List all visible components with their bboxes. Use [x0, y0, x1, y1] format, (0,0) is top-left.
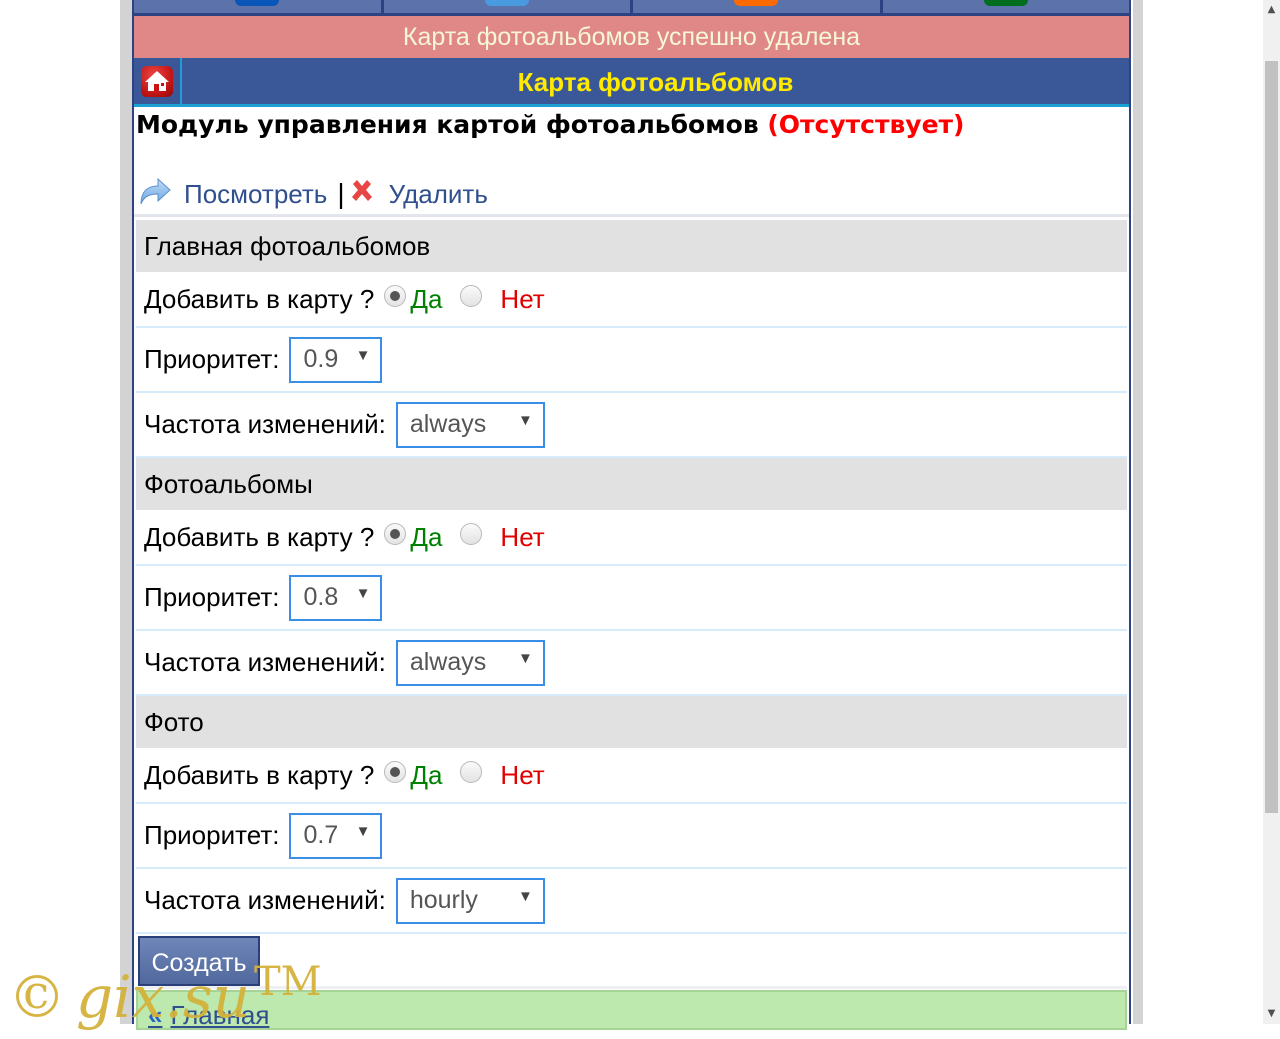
priority-row: Приоритет: 0.8 ▼ — [136, 566, 1127, 631]
radio-no-label[interactable]: Нет — [500, 760, 544, 791]
section-header: Фото — [136, 696, 1127, 748]
section-header: Фотоальбомы — [136, 458, 1127, 510]
module-heading: Модуль управления картой фотоальбомов (О… — [136, 110, 964, 139]
home-glyph-icon — [145, 71, 169, 91]
add-to-map-label: Добавить в карту ? — [144, 759, 375, 790]
top-nav-item-3[interactable] — [633, 0, 880, 13]
module-status: (Отсутствует) — [767, 110, 965, 139]
module-title: Модуль управления картой фотоальбомов — [136, 110, 759, 139]
nav-icon-blue — [235, 0, 280, 6]
top-nav — [134, 0, 1129, 16]
add-to-map-label: Добавить в карту ? — [144, 283, 375, 314]
radio-yes-label[interactable]: Да — [410, 760, 442, 791]
add-to-map-label: Добавить в карту ? — [144, 521, 375, 552]
frequency-value: hourly — [409, 886, 478, 914]
add-to-map-row: Добавить в карту ? Да Нет — [136, 510, 1127, 566]
priority-value: 0.8 — [303, 583, 339, 611]
radio-no[interactable] — [460, 523, 483, 545]
frequency-label: Частота изменений: — [144, 885, 386, 915]
nav-icon-orange — [734, 0, 779, 6]
frequency-select[interactable]: hourly ▼ — [395, 877, 545, 924]
frequency-value: always — [409, 410, 487, 438]
priority-select[interactable]: 0.7 ▼ — [289, 812, 383, 859]
radio-no[interactable] — [460, 761, 483, 783]
action-separator: | — [337, 178, 345, 209]
dropdown-arrow-icon: ▼ — [517, 412, 533, 429]
priority-row: Приоритет: 0.7 ▼ — [136, 804, 1127, 869]
frequency-row: Частота изменений: always ▼ — [136, 631, 1127, 696]
delete-link[interactable]: Удалить — [389, 179, 488, 210]
vertical-scrollbar[interactable]: ▲ ▼ — [1263, 0, 1280, 1024]
radio-yes-label[interactable]: Да — [410, 284, 442, 315]
page-title: Карта фотоальбомов — [517, 67, 794, 97]
frequency-label: Частота изменений: — [144, 647, 386, 677]
frequency-select[interactable]: always ▼ — [395, 639, 545, 686]
page-gutter-left — [120, 0, 132, 1024]
top-nav-item-1[interactable] — [134, 0, 381, 13]
dropdown-arrow-icon: ▼ — [355, 585, 371, 602]
priority-value: 0.9 — [303, 345, 339, 373]
frequency-row: Частота изменений: always ▼ — [136, 393, 1127, 458]
frequency-row: Частота изменений: hourly ▼ — [136, 869, 1127, 934]
page-gutter-right — [1133, 0, 1143, 1024]
priority-label: Приоритет: — [144, 820, 280, 850]
priority-select[interactable]: 0.9 ▼ — [289, 336, 383, 383]
radio-yes[interactable] — [384, 523, 407, 545]
priority-row: Приоритет: 0.9 ▼ — [136, 328, 1127, 393]
top-nav-item-4[interactable] — [882, 0, 1129, 13]
success-message: Карта фотоальбомов успешно удалена — [134, 16, 1129, 58]
radio-yes[interactable] — [384, 285, 407, 307]
radio-no-label[interactable]: Нет — [500, 284, 544, 315]
dropdown-arrow-icon: ▼ — [355, 347, 371, 364]
add-to-map-row: Добавить в карту ? Да Нет — [136, 272, 1127, 328]
copyright-symbol: © — [8, 963, 66, 1031]
view-arrow-icon — [138, 176, 172, 213]
priority-label: Приоритет: — [144, 344, 280, 374]
priority-select[interactable]: 0.8 ▼ — [289, 574, 383, 621]
scroll-down-arrow-icon[interactable]: ▼ — [1263, 1005, 1280, 1022]
scrollbar-thumb[interactable] — [1265, 61, 1278, 813]
watermark-text: gix.su — [76, 963, 250, 1031]
dropdown-arrow-icon: ▼ — [355, 823, 371, 840]
top-nav-item-2[interactable] — [383, 0, 630, 13]
title-bar: Карта фотоальбомов — [134, 58, 1129, 107]
view-link[interactable]: Посмотреть — [184, 179, 327, 210]
watermark: © gix.su TM — [8, 959, 322, 1039]
delete-x-icon — [349, 178, 375, 211]
section-header: Главная фотоальбомов — [136, 220, 1127, 272]
trademark-symbol: TM — [253, 959, 322, 1005]
priority-value: 0.7 — [303, 821, 339, 849]
content-wrapper: Карта фотоальбомов успешно удалена Карта… — [132, 0, 1131, 1030]
scroll-up-arrow-icon[interactable]: ▲ — [1263, 1, 1280, 18]
frequency-value: always — [409, 648, 487, 676]
dropdown-arrow-icon: ▼ — [517, 650, 533, 667]
nav-icon-lightblue — [484, 0, 529, 6]
radio-yes-label[interactable]: Да — [410, 522, 442, 553]
dropdown-arrow-icon: ▼ — [517, 888, 533, 905]
home-button[interactable] — [134, 58, 182, 104]
nav-icon-green — [983, 0, 1028, 6]
radio-yes[interactable] — [384, 761, 407, 783]
action-links: Посмотреть | Удалить — [138, 176, 488, 212]
frequency-select[interactable]: always ▼ — [395, 401, 545, 448]
priority-label: Приоритет: — [144, 582, 280, 612]
radio-no[interactable] — [460, 285, 483, 307]
radio-no-label[interactable]: Нет — [500, 522, 544, 553]
add-to-map-row: Добавить в карту ? Да Нет — [136, 748, 1127, 804]
frequency-label: Частота изменений: — [144, 409, 386, 439]
divider — [134, 214, 1129, 217]
